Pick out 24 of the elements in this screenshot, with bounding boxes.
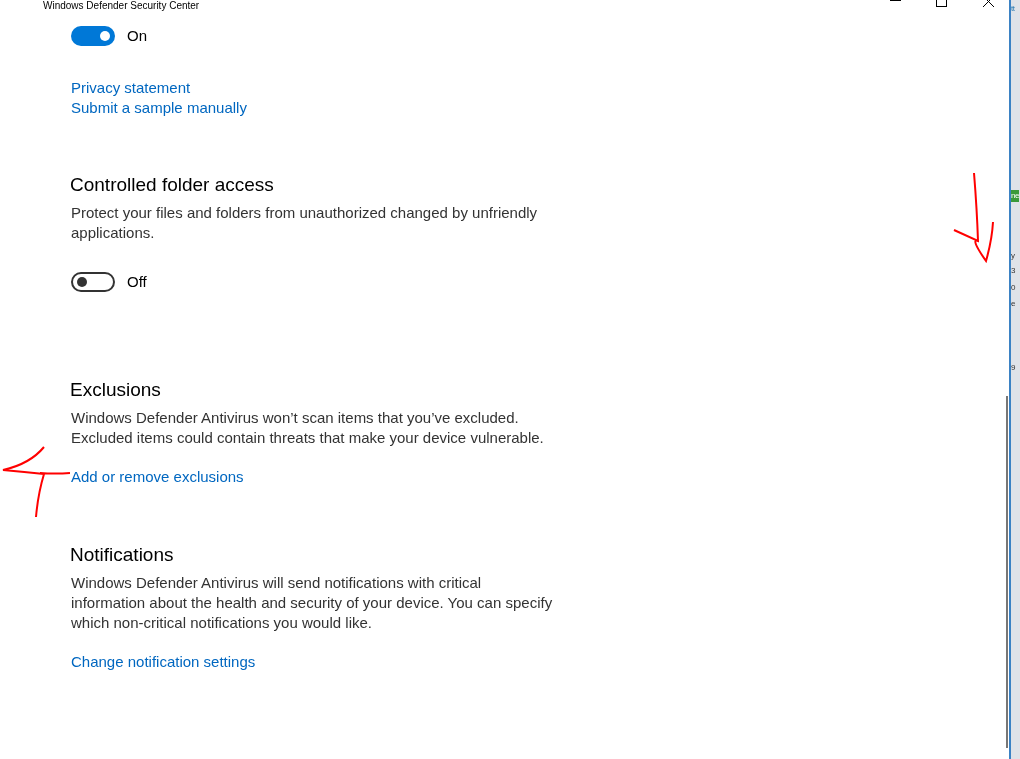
link[interactable]: Change notification settings [71, 652, 256, 672]
link[interactable]: Privacy statement [71, 77, 191, 98]
section-description: Windows Defender Antivirus will send notifications with critical information about the health and security of your device. You can specify which non-critical notifications you would like. [71, 573, 554, 633]
background-text: y [1011, 250, 1015, 262]
section-description: Protect your files and folders from unauthorized changed by unfriendly applications. [71, 202, 539, 243]
background-text: tt [1011, 3, 1015, 15]
toggle-switch[interactable] [71, 271, 115, 292]
link[interactable]: Add or remove exclusions [71, 467, 244, 487]
toggle-switch[interactable] [71, 26, 115, 47]
background-text: 9 [1011, 362, 1015, 374]
link[interactable]: Submit a sample manually [71, 97, 247, 118]
toggle-label: Off [127, 271, 147, 292]
toggle-label: On [127, 26, 147, 46]
background-text: ne [1011, 190, 1019, 202]
background-text: e [1011, 298, 1015, 310]
window-title: Windows Defender Security Center [43, 0, 200, 11]
minimize-icon[interactable] [890, 0, 901, 2]
section-description: Windows Defender Antivirus won’t scan items that you’ve excluded. Excluded items could contain threats that make your device vulnerable. [71, 408, 545, 448]
background-text: 3 [1011, 265, 1015, 277]
scrollbar-thumb[interactable] [1006, 396, 1008, 748]
section-heading: Exclusions [70, 378, 161, 402]
section-heading: Controlled folder access [70, 172, 274, 197]
background-text: 0 [1011, 282, 1015, 294]
section-heading: Notifications [70, 543, 174, 567]
